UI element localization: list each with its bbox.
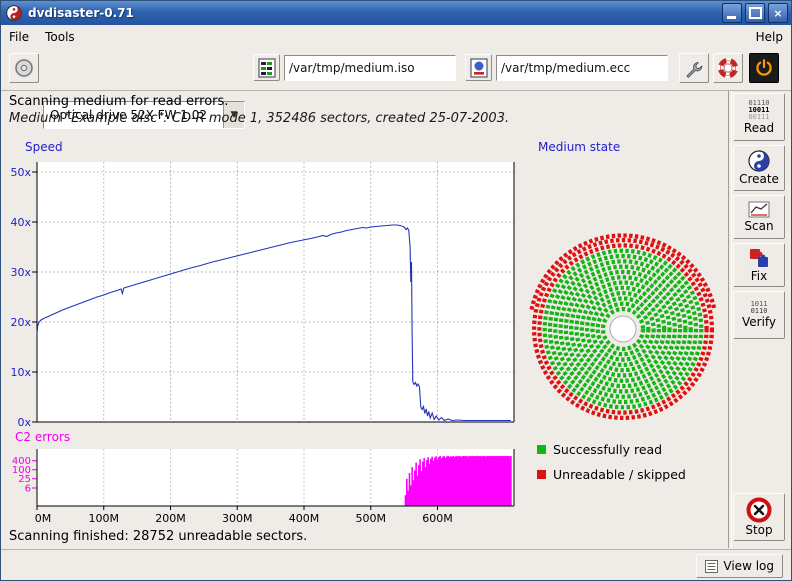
scan-graph-icon: [748, 201, 770, 219]
ecc-file-icon: [470, 58, 488, 78]
yinyang-icon: [748, 150, 770, 172]
plot-bg: [37, 162, 514, 422]
bottom-bar: View log: [1, 549, 791, 581]
x-tick-label: 200M: [155, 512, 186, 525]
scan-label: Scan: [744, 219, 773, 233]
iso-file-button[interactable]: [253, 54, 280, 81]
legend-bad-swatch: [537, 470, 546, 479]
stop-icon: [746, 497, 772, 523]
sidebar-separator: [728, 91, 732, 548]
stop-button[interactable]: Stop: [733, 493, 785, 541]
x-tick-label: 300M: [222, 512, 253, 525]
c2-error-chart: 4001002560M100M200M300M400M500M600M: [1, 447, 521, 527]
app-window: dvdisaster-0.71 × File Tools Help Optica…: [0, 0, 792, 581]
lifering-icon: [717, 57, 739, 79]
menu-file[interactable]: File: [1, 27, 37, 47]
log-icon: [705, 560, 718, 573]
medium-state-title: Medium state: [538, 140, 620, 154]
drive-eject-button[interactable]: [9, 53, 39, 83]
medium-state-disc: [523, 229, 723, 429]
quit-button[interactable]: [749, 53, 779, 83]
legend-bad-label: Unreadable / skipped: [553, 467, 686, 482]
legend-bad: Unreadable / skipped: [537, 467, 686, 482]
y-tick-label: 50x: [10, 166, 31, 179]
maximize-button[interactable]: [745, 3, 765, 23]
y-tick-label: 20x: [10, 316, 31, 329]
y-tick-label: 0x: [17, 416, 31, 429]
puzzle-icon: [748, 247, 770, 269]
read-bits-icon: 01110 10011 00111: [748, 100, 769, 121]
view-log-label: View log: [723, 559, 774, 573]
close-button[interactable]: ×: [768, 3, 788, 23]
verify-label: Verify: [742, 315, 776, 329]
scan-button[interactable]: Scan: [733, 195, 785, 239]
titlebar[interactable]: dvdisaster-0.71 ×: [1, 1, 791, 25]
x-tick-label: 0M: [35, 512, 52, 525]
status-line-2: Medium "Example disc": CD-R mode 1, 3524…: [9, 111, 509, 126]
ecc-path-input[interactable]: [496, 55, 668, 81]
power-icon: [753, 57, 775, 79]
fix-label: Fix: [751, 269, 767, 283]
toolbar: Optical drive 52X FW 1.02 ▼: [1, 48, 791, 91]
x-tick-label: 400M: [289, 512, 320, 525]
c2-tick-label: 6: [25, 484, 31, 495]
create-button[interactable]: Create: [733, 145, 785, 191]
create-label: Create: [739, 172, 779, 186]
scan-result-status: Scanning finished: 28752 unreadable sect…: [9, 529, 307, 544]
preferences-button[interactable]: [679, 53, 709, 83]
app-yinyang-icon: [6, 5, 22, 21]
fix-button[interactable]: Fix: [733, 243, 785, 287]
x-tick-label: 500M: [356, 512, 387, 525]
legend-ok-label: Successfully read: [553, 442, 662, 457]
speed-chart-title: Speed: [25, 140, 63, 154]
menu-tools[interactable]: Tools: [37, 27, 83, 47]
status-line-1: Scanning medium for read errors.: [9, 94, 228, 109]
speed-chart: 0x 10x 20x 30x 40x 50x: [1, 156, 521, 436]
view-log-button[interactable]: View log: [696, 554, 783, 578]
ecc-file-button[interactable]: [465, 54, 492, 81]
x-tick-label: 100M: [89, 512, 120, 525]
drive-icon: [14, 58, 34, 78]
y-tick-label: 30x: [10, 266, 31, 279]
legend-ok-swatch: [537, 445, 546, 454]
y-tick-label: 40x: [10, 216, 31, 229]
x-tick-label: 600M: [422, 512, 453, 525]
verify-button[interactable]: 1011 0110 Verify: [733, 291, 785, 339]
legend-ok: Successfully read: [537, 442, 662, 457]
verify-bits-icon: 1011 0110: [751, 301, 768, 315]
stop-label: Stop: [745, 523, 772, 537]
wrench-icon: [683, 57, 705, 79]
minimize-button[interactable]: [722, 3, 742, 23]
image-file-icon: [258, 58, 276, 78]
menu-help[interactable]: Help: [748, 27, 791, 47]
read-label: Read: [744, 121, 774, 135]
lifering-logo-button[interactable]: [713, 53, 743, 83]
read-button[interactable]: 01110 10011 00111 Read: [733, 93, 785, 141]
iso-path-input[interactable]: [284, 55, 456, 81]
menubar: File Tools Help: [1, 25, 791, 49]
window-title: dvdisaster-0.71: [28, 6, 722, 20]
y-tick-label: 10x: [10, 366, 31, 379]
disc-hole: [610, 316, 636, 342]
